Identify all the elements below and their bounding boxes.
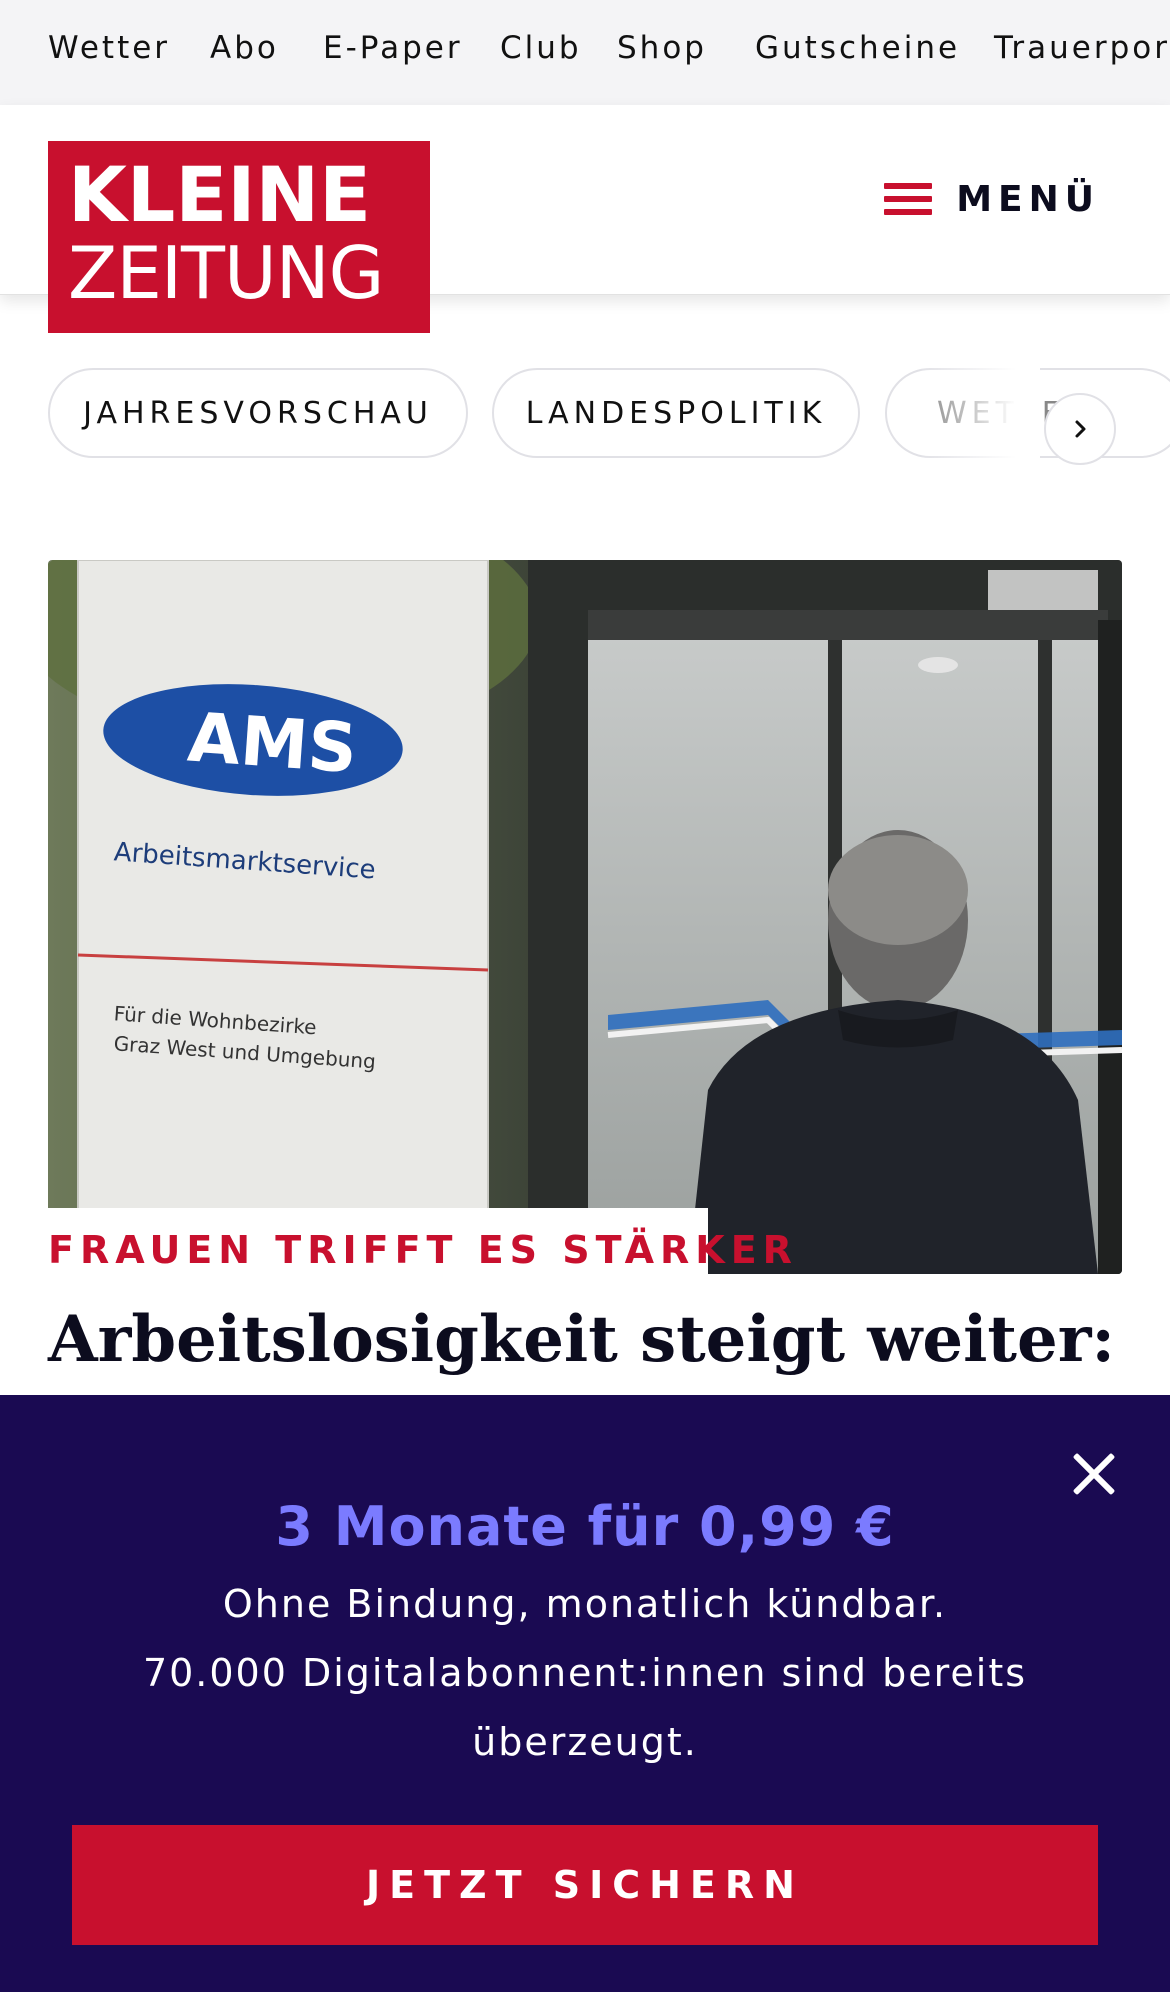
- article-kicker-box: FRAUEN TRIFFT ES STÄRKER: [48, 1208, 792, 1278]
- promo-offer: 3 Monate für 0,99 €: [275, 1495, 895, 1558]
- nav-link-trauerportal[interactable]: Trauerportal: [994, 30, 1170, 66]
- menu-button[interactable]: MENÜ: [884, 169, 1100, 229]
- top-utility-nav: Wetter Abo E-Paper Club Shop Gutscheine …: [0, 0, 1170, 105]
- menu-label: MENÜ: [956, 178, 1100, 220]
- site-header: KLEINE ZEITUNG MENÜ: [0, 105, 1170, 333]
- nav-link-gutscheine[interactable]: Gutscheine: [755, 30, 960, 66]
- chip-jahresvorschau[interactable]: JAHRESVORSCHAU: [48, 368, 468, 458]
- logo-line-zeitung: ZEITUNG: [68, 231, 384, 315]
- nav-link-club[interactable]: Club: [500, 30, 582, 66]
- nav-link-abo[interactable]: Abo: [210, 30, 279, 66]
- promo-line-1: Ohne Bindung, monatlich kündbar.: [222, 1582, 948, 1626]
- chip-landespolitik[interactable]: LANDESPOLITIK: [492, 368, 860, 458]
- kleine-zeitung-logo[interactable]: KLEINE ZEITUNG: [48, 141, 430, 333]
- nav-link-wetter[interactable]: Wetter: [48, 30, 170, 66]
- subscription-promo-banner: 3 Monate für 0,99 € Ohne Bindung, monatl…: [0, 1395, 1170, 1992]
- article-kicker: FRAUEN TRIFFT ES STÄRKER: [48, 1228, 798, 1272]
- close-icon[interactable]: [1066, 1445, 1122, 1501]
- chevron-right-icon: [1075, 420, 1086, 438]
- promo-description: Ohne Bindung, monatlich kündbar. 70.000 …: [120, 1570, 1050, 1777]
- chips-next-button[interactable]: [1044, 393, 1116, 465]
- hamburger-icon: [884, 181, 933, 217]
- sign-brand-text: AMS: [185, 699, 359, 790]
- chips-fade-overlay: [920, 360, 1040, 490]
- promo-line-2: 70.000 Digitalabonnent:innen sind bereit…: [142, 1651, 1028, 1764]
- logo-line-kleine: KLEINE: [68, 150, 372, 239]
- nav-link-epaper[interactable]: E-Paper: [323, 30, 463, 66]
- cta-button[interactable]: JETZT SICHERN: [72, 1825, 1098, 1945]
- article-headline[interactable]: Arbeitslosigkeit steigt weiter:: [48, 1300, 1128, 1380]
- nav-link-shop[interactable]: Shop: [617, 30, 707, 66]
- article-hero-image[interactable]: AMS Arbeitsmarktservice Für die Wohnbezi…: [48, 560, 1122, 1274]
